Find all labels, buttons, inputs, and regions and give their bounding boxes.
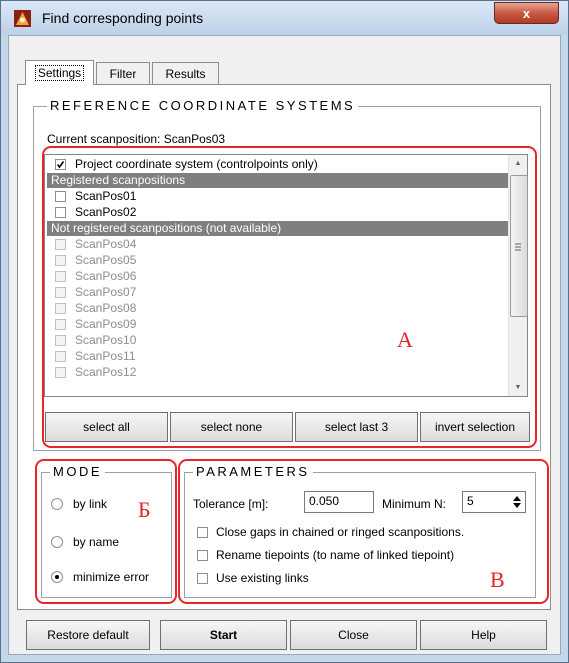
reference-group-legend: REFERENCE COORDINATE SYSTEMS [47, 98, 359, 113]
help-button[interactable]: Help [420, 620, 547, 650]
annotation-label-b: Б [138, 497, 151, 522]
tab-results[interactable]: Results [152, 62, 219, 84]
close-button[interactable]: Close [290, 620, 417, 650]
tab-filter[interactable]: Filter [96, 62, 150, 84]
tab-results-label: Results [165, 66, 206, 81]
tab-filter-label: Filter [109, 66, 137, 81]
close-window-button[interactable]: x [494, 2, 559, 24]
annotation-box-b [35, 459, 177, 604]
annotation-box-a [42, 146, 537, 448]
tab-settings-label: Settings [34, 65, 85, 81]
current-scanposition-label: Current scanposition: ScanPos03 [47, 132, 226, 146]
close-icon: x [522, 5, 531, 21]
tab-settings[interactable]: Settings [25, 60, 94, 85]
window-title: Find corresponding points [42, 10, 204, 26]
app-icon [14, 10, 31, 27]
annotation-label-a: A [397, 327, 413, 352]
restore-default-button[interactable]: Restore default [26, 620, 150, 650]
start-button[interactable]: Start [160, 620, 287, 650]
annotation-label-c: B [490, 567, 505, 592]
